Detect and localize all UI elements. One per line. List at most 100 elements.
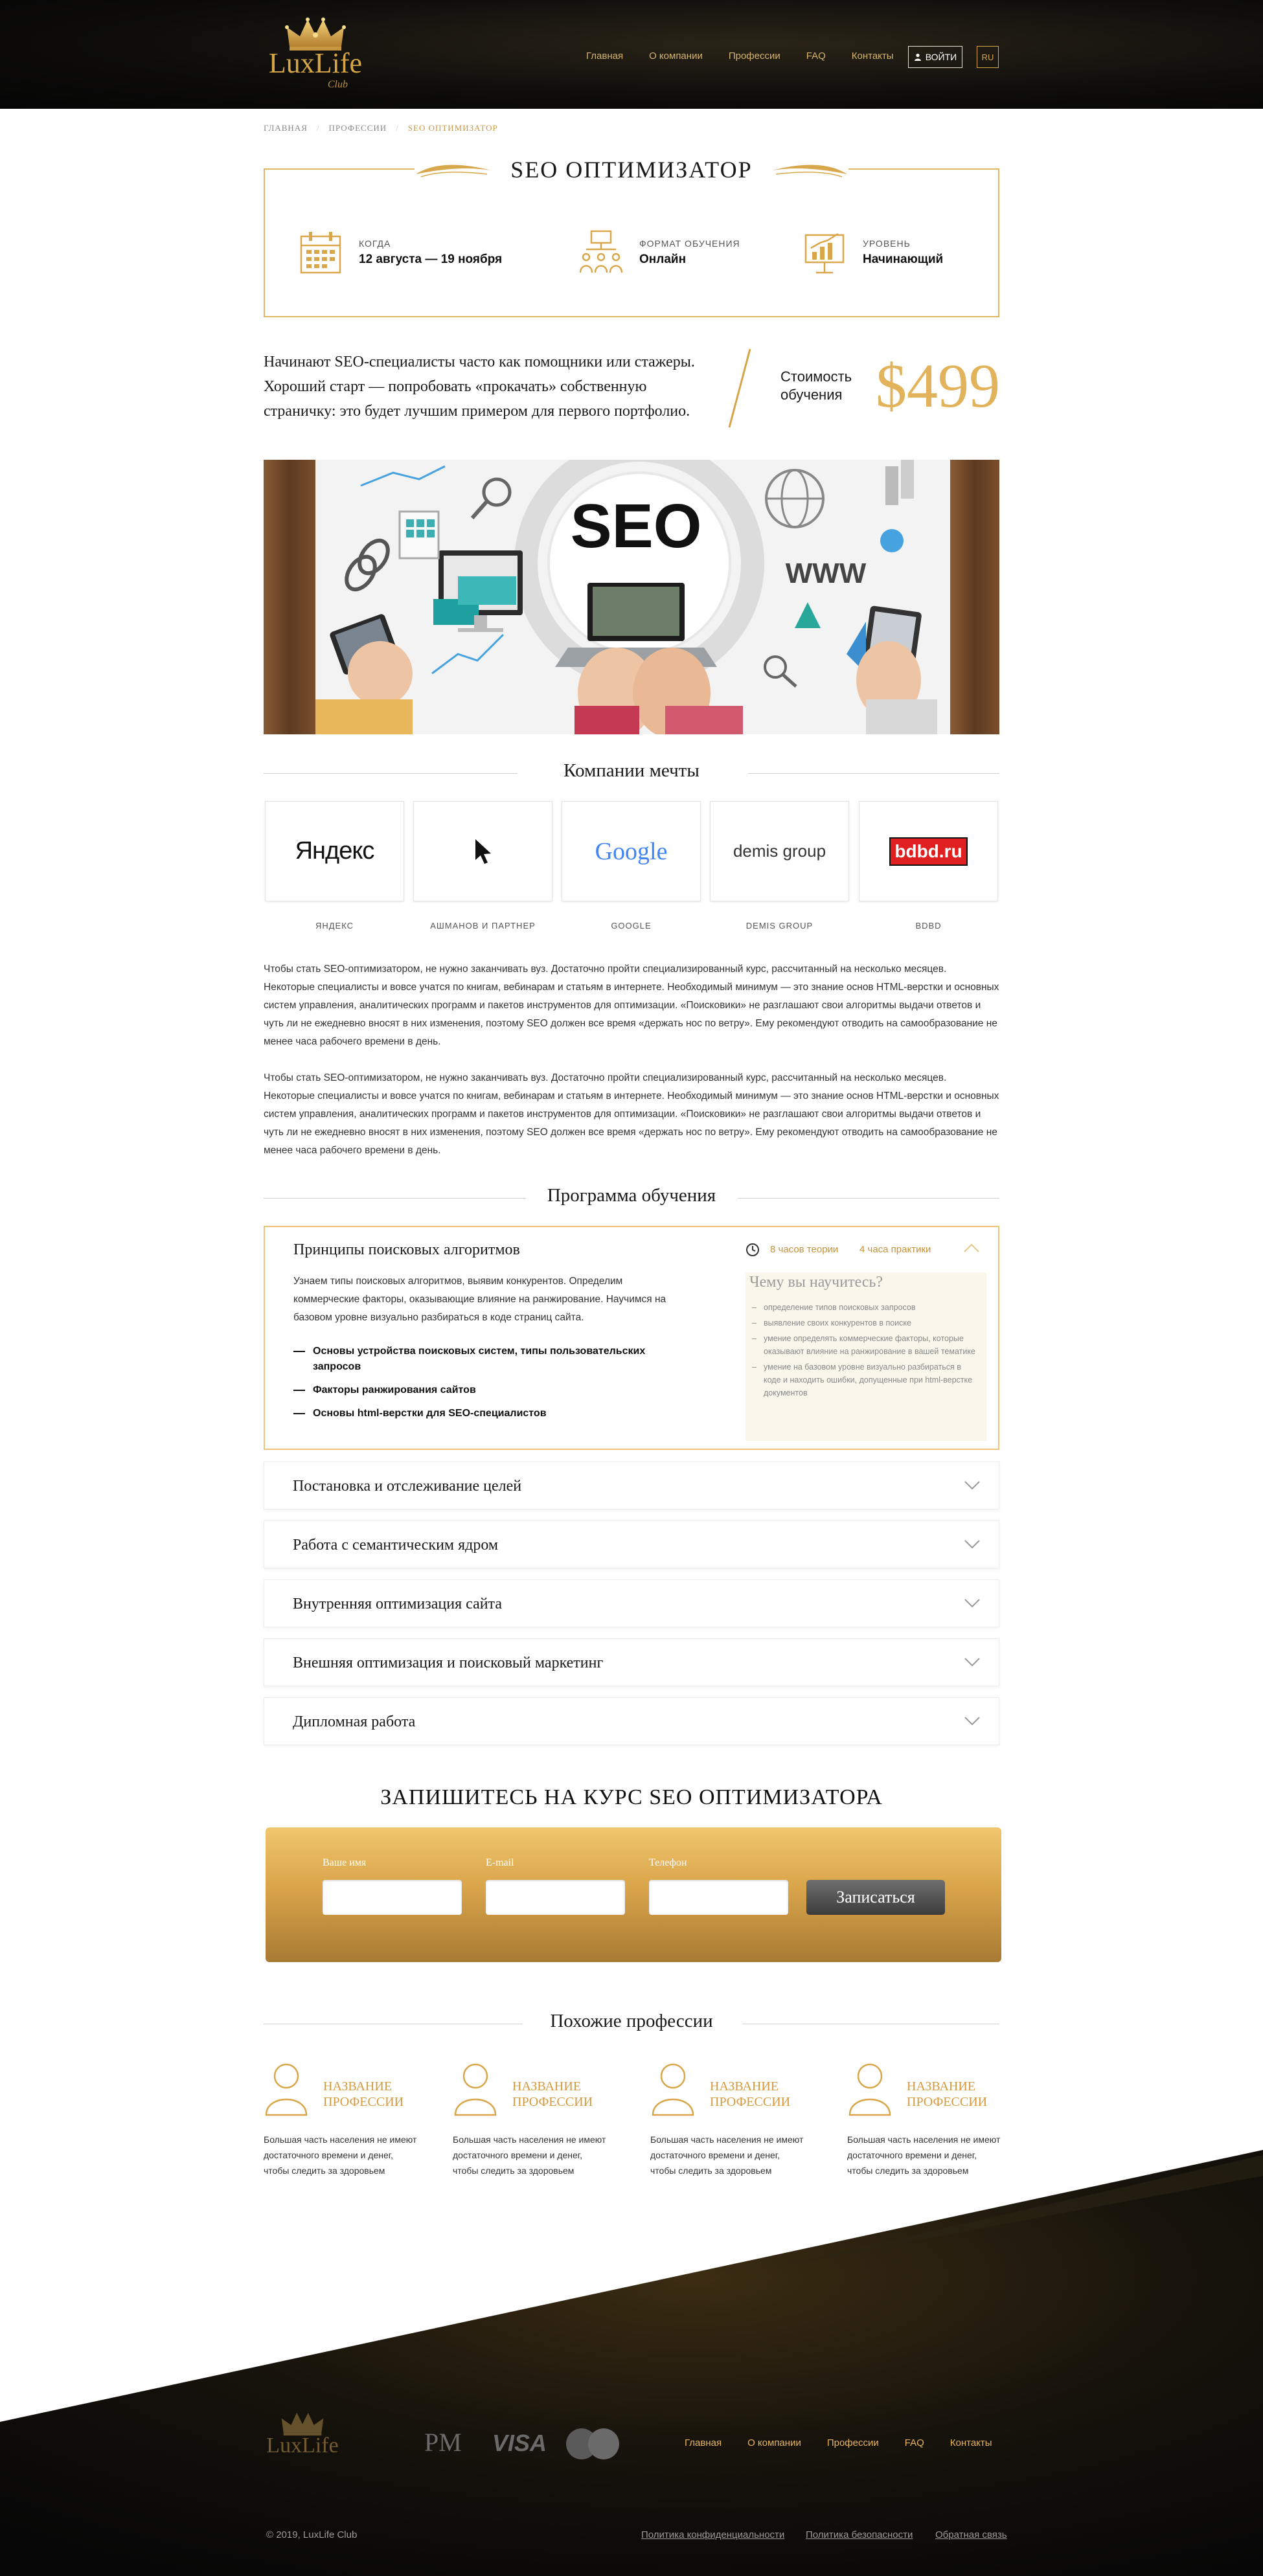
topic-text: Основы html-верстки для SEO-специалистов bbox=[313, 1408, 547, 1419]
breadcrumb-current: SEO ОПТИМИЗАТОР bbox=[407, 123, 498, 133]
divider-slash bbox=[728, 348, 751, 428]
similar-title: НАЗВАНИЕ ПРОФЕССИИ bbox=[512, 2079, 593, 2109]
copyright: © 2019, LuxLife Club bbox=[266, 2529, 358, 2540]
footer-nav-professions[interactable]: Профессии bbox=[827, 2437, 879, 2448]
chevron-down-icon[interactable] bbox=[964, 1657, 981, 1667]
accordion-item[interactable]: Работа с семантическим ядром bbox=[264, 1520, 999, 1568]
company-card-google[interactable]: Google bbox=[562, 801, 701, 901]
accordion-title: Внутренняя оптимизация сайта bbox=[293, 1596, 502, 1612]
companies-heading-text: Компании мечты bbox=[563, 760, 700, 781]
level-label: УРОВЕНЬ bbox=[863, 238, 911, 249]
topic-item: Основы html-верстки для SEO-специалистов bbox=[293, 1406, 669, 1421]
accordion-item[interactable]: Внешняя оптимизация и поисковый маркетин… bbox=[264, 1638, 999, 1686]
accordion-description: Узнаем типы поисковых алгоритмов, выявим… bbox=[293, 1276, 666, 1323]
topic-text: Основы устройства поисковых систем, типы… bbox=[313, 1346, 646, 1372]
learn-item: – умение на базовом уровне визуально разб… bbox=[752, 1361, 979, 1399]
nav-faq[interactable]: FAQ bbox=[806, 51, 826, 62]
chevron-down-icon[interactable] bbox=[964, 1716, 981, 1726]
company-card-yandex[interactable]: Яндекс bbox=[265, 801, 404, 901]
accordion-item-open[interactable]: Принципы поисковых алгоритмов Узнаем тип… bbox=[264, 1226, 999, 1450]
swirl-right-icon bbox=[771, 164, 847, 177]
learn-item-text: определение типов поисковых запросов bbox=[764, 1303, 916, 1312]
language-switch[interactable]: RU bbox=[977, 46, 999, 68]
calendar-icon bbox=[300, 232, 341, 274]
company-name: DEMIS GROUP bbox=[745, 921, 814, 931]
company-card-bdbd[interactable]: bdbd.ru bbox=[859, 801, 998, 901]
submit-button[interactable]: Записаться bbox=[806, 1880, 945, 1915]
accordion-title: Постановка и отслеживание целей bbox=[293, 1478, 522, 1495]
footer-logo[interactable]: LuxLife bbox=[264, 2409, 341, 2467]
person-icon bbox=[652, 2063, 694, 2116]
nav-contacts[interactable]: Контакты bbox=[852, 51, 894, 62]
company-card-demis[interactable]: demis group bbox=[710, 801, 849, 901]
name-input[interactable] bbox=[323, 1880, 462, 1915]
group-icon bbox=[580, 230, 622, 273]
format-label: ФОРМАТ ОБУЧЕНИЯ bbox=[639, 238, 740, 249]
clock-icon bbox=[746, 1243, 759, 1256]
email-input[interactable] bbox=[486, 1880, 625, 1915]
nav-about[interactable]: О компании bbox=[649, 51, 703, 62]
accordion-item[interactable]: Внутренняя оптимизация сайта bbox=[264, 1579, 999, 1627]
login-label: ВОЙТИ bbox=[925, 52, 957, 62]
phone-label: Телефон bbox=[649, 1857, 687, 1868]
when-label: КОГДА bbox=[359, 238, 391, 249]
swirl-left-icon bbox=[416, 164, 492, 177]
learn-item-text: умение определять коммерческие факторы, … bbox=[764, 1334, 975, 1356]
accordion-title: Принципы поисковых алгоритмов bbox=[293, 1241, 520, 1258]
footer-nav-faq[interactable]: FAQ bbox=[905, 2437, 924, 2448]
company-card-ashmanov[interactable] bbox=[413, 801, 552, 901]
login-button[interactable]: ВОЙТИ bbox=[908, 46, 962, 68]
learn-item-text: умение на базовом уровне визуально разби… bbox=[764, 1362, 973, 1397]
similar-title: НАЗВАНИЕ ПРОФЕССИИ bbox=[907, 2079, 988, 2109]
chevron-down-icon[interactable] bbox=[964, 1480, 981, 1491]
breadcrumb-home[interactable]: ГЛАВНАЯ bbox=[264, 123, 308, 133]
course-intro: Начинают SEO-специалисты часто как помощ… bbox=[264, 354, 695, 420]
nav-home[interactable]: Главная bbox=[586, 51, 623, 62]
main-nav: Главная О компании Профессии FAQ Контакт… bbox=[586, 51, 920, 62]
similar-heading-text: Похожие профессии bbox=[550, 2011, 713, 2031]
accordion-title: Внешняя оптимизация и поисковый маркетин… bbox=[293, 1655, 604, 1671]
course-title-wrap: SEO ОПТИМИЗАТОР bbox=[415, 151, 848, 188]
person-icon bbox=[848, 2063, 891, 2116]
logo-subtitle: Club bbox=[327, 79, 348, 90]
nav-professions[interactable]: Профессии bbox=[729, 51, 780, 62]
company-name: АШМАНОВ И ПАРТНЕР bbox=[430, 921, 536, 931]
footer-nav: Главная О компании Профессии FAQ Контакт… bbox=[685, 2437, 1018, 2448]
pm-logo: PM bbox=[424, 2428, 462, 2457]
phone-input[interactable] bbox=[649, 1880, 788, 1915]
chevron-up-icon[interactable] bbox=[963, 1243, 980, 1253]
chart-board-icon bbox=[804, 232, 845, 274]
dash-icon bbox=[293, 1351, 305, 1352]
practice-hours: 4 часа практики bbox=[859, 1244, 931, 1255]
page-title: SEO ОПТИМИЗАТОР bbox=[510, 157, 753, 183]
company-name: ЯНДЕКС bbox=[315, 921, 354, 931]
level-value: Начинающий bbox=[863, 253, 944, 266]
chevron-down-icon[interactable] bbox=[964, 1539, 981, 1550]
google-logo: Google bbox=[595, 837, 668, 865]
info-when: КОГДА 12 августа — 19 ноября bbox=[299, 227, 502, 278]
learn-item: – определение типов поисковых запросов bbox=[752, 1301, 979, 1314]
footer-nav-home[interactable]: Главная bbox=[685, 2437, 722, 2448]
program-heading-text: Программа обучения bbox=[547, 1185, 716, 1206]
footer-logo-text: LuxLife bbox=[266, 2434, 339, 2457]
logo[interactable]: LuxLife Club bbox=[264, 14, 367, 92]
security-link[interactable]: Политика безопасности bbox=[806, 2529, 913, 2540]
site-header: LuxLife Club Главная О компании Професси… bbox=[0, 0, 1263, 109]
breadcrumb: ГЛАВНАЯ / ПРОФЕССИИ / SEO ОПТИМИЗАТОР bbox=[264, 123, 498, 133]
feedback-link[interactable]: Обратная связь bbox=[935, 2529, 1007, 2540]
company-name: GOOGLE bbox=[611, 921, 652, 931]
mastercard-icon bbox=[566, 2428, 619, 2459]
footer-nav-about[interactable]: О компании bbox=[747, 2437, 801, 2448]
privacy-link[interactable]: Политика конфиденциальности bbox=[641, 2529, 784, 2540]
accordion-item[interactable]: Постановка и отслеживание целей bbox=[264, 1462, 999, 1509]
footer-nav-contacts[interactable]: Контакты bbox=[950, 2437, 992, 2448]
description-paragraph: Чтобы стать SEO-оптимизатором, не нужно … bbox=[264, 964, 999, 1047]
company-name: BDBD bbox=[915, 921, 942, 931]
breadcrumb-professions[interactable]: ПРОФЕССИИ bbox=[329, 123, 387, 133]
accordion-title: Работа с семантическим ядром bbox=[293, 1537, 499, 1554]
similar-title: НАЗВАНИЕ ПРОФЕССИИ bbox=[710, 2079, 791, 2109]
accordion-item[interactable]: Дипломная работа bbox=[264, 1697, 999, 1745]
learn-item-text: выявление своих конкурентов в поиске bbox=[764, 1318, 911, 1328]
chevron-down-icon[interactable] bbox=[964, 1598, 981, 1609]
when-value: 12 августа — 19 ноября bbox=[359, 253, 503, 266]
